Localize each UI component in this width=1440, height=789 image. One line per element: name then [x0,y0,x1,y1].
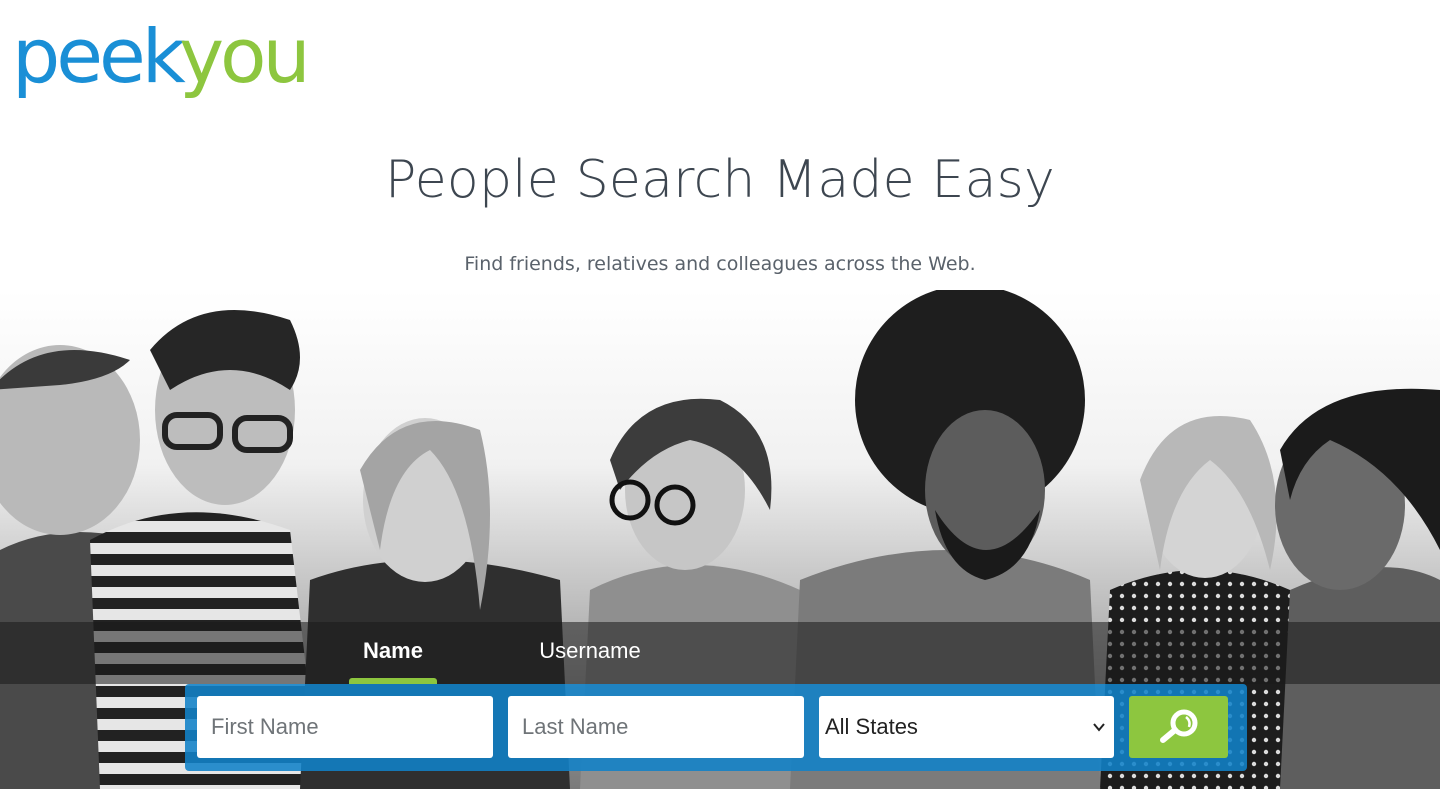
search-tab-bar: Name Username [0,622,1440,684]
last-name-input[interactable] [508,696,804,758]
first-name-input[interactable] [197,696,493,758]
state-select[interactable]: All States [819,696,1114,758]
search-form: All States [185,684,1247,771]
search-icon [1159,709,1197,743]
peekyou-logo[interactable]: peekyou [12,26,332,100]
page-title: People Search Made Easy [385,150,1055,210]
tab-name[interactable]: Name [349,638,437,664]
tab-username[interactable]: Username [525,638,655,664]
state-select-value: All States [825,714,918,739]
chevron-down-icon [1093,723,1105,732]
page-subtitle: Find friends, relatives and colleagues a… [464,253,976,275]
search-button[interactable] [1129,696,1228,758]
svg-text:peekyou: peekyou [12,26,307,100]
